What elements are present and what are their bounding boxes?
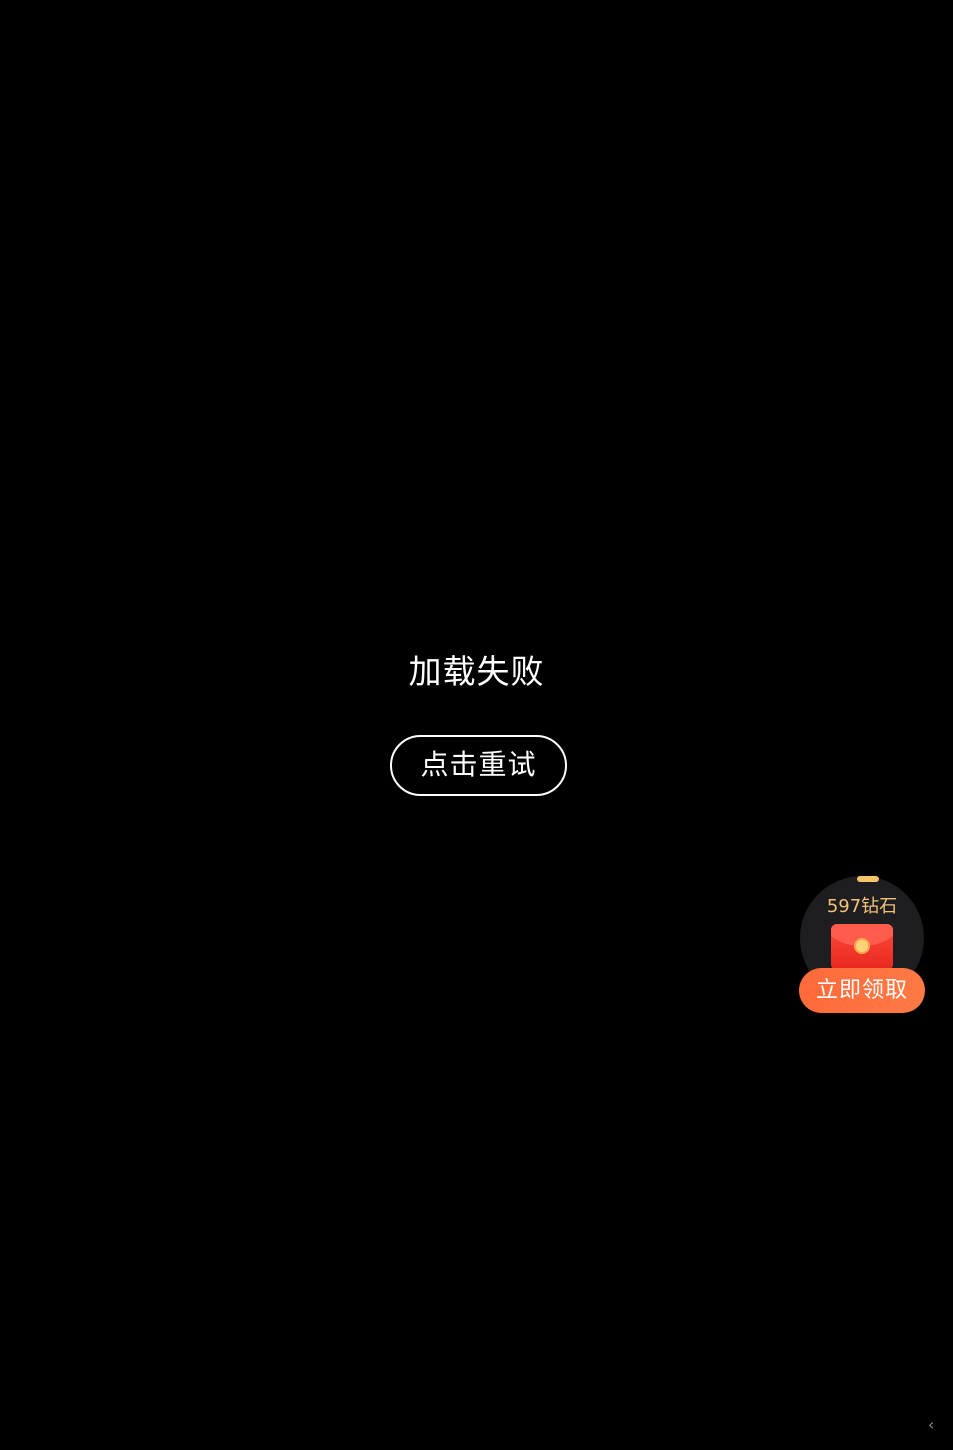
envelope-seal [854,938,870,954]
reward-widget[interactable]: 597钻石 立即领取 [799,874,925,1014]
load-failed-message: 加载失败 [408,652,545,691]
corner-mark-icon: ‹ [928,1415,935,1434]
screen: 加载失败 点击重试 597钻石 立即领取 ‹ [0,0,953,1450]
claim-button[interactable]: 立即领取 [799,968,925,1013]
retry-button[interactable]: 点击重试 [390,735,567,796]
reward-amount: 597钻石 [826,896,898,917]
reward-progress-indicator [857,876,879,882]
red-envelope-icon [831,924,893,970]
